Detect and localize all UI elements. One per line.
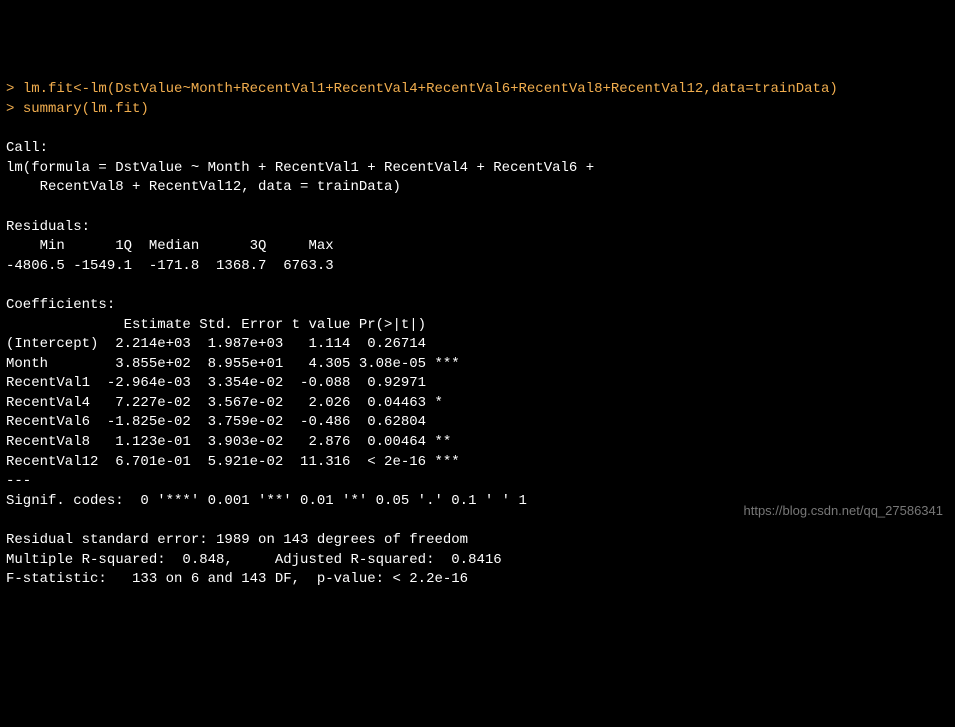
residuals-columns: Min 1Q Median 3Q Max	[6, 238, 342, 254]
call-header: Call:	[6, 140, 48, 156]
coefficients-columns: Estimate Std. Error t value Pr(>|t|)	[6, 317, 460, 333]
coefficients-header: Coefficients:	[6, 297, 115, 313]
coef-recentval4-row: RecentVal4 7.227e-02 3.567e-02 2.026 0.0…	[6, 395, 460, 411]
signif-codes: Signif. codes: 0 '***' 0.001 '**' 0.01 '…	[6, 493, 527, 509]
call-formula-line1: lm(formula = DstValue ~ Month + RecentVa…	[6, 160, 603, 176]
prompt: >	[6, 101, 23, 117]
residuals-values: -4806.5 -1549.1 -171.8 1368.7 6763.3	[6, 258, 342, 274]
coef-recentval1-row: RecentVal1 -2.964e-03 3.354e-02 -0.088 0…	[6, 375, 460, 391]
r-squared: Multiple R-squared: 0.848, Adjusted R-sq…	[6, 552, 510, 568]
coef-intercept-row: (Intercept) 2.214e+03 1.987e+03 1.114 0.…	[6, 336, 460, 352]
residual-std-error: Residual standard error: 1989 on 143 deg…	[6, 532, 468, 548]
coef-recentval8-row: RecentVal8 1.123e-01 3.903e-02 2.876 0.0…	[6, 434, 460, 450]
call-formula-line2: RecentVal8 + RecentVal12, data = trainDa…	[6, 179, 401, 195]
residuals-header: Residuals:	[6, 219, 90, 235]
command-line-1: lm.fit<-lm(DstValue~Month+RecentVal1+Rec…	[23, 81, 838, 97]
coef-recentval6-row: RecentVal6 -1.825e-02 3.759e-02 -0.486 0…	[6, 414, 460, 430]
f-statistic: F-statistic: 133 on 6 and 143 DF, p-valu…	[6, 571, 468, 587]
prompt: >	[6, 81, 23, 97]
separator: ---	[6, 473, 31, 489]
watermark: https://blog.csdn.net/qq_27586341	[744, 502, 944, 520]
coef-recentval12-row: RecentVal12 6.701e-01 5.921e-02 11.316 <…	[6, 454, 460, 470]
coef-month-row: Month 3.855e+02 8.955e+01 4.305 3.08e-05…	[6, 356, 460, 372]
command-line-2: summary(lm.fit)	[23, 101, 149, 117]
